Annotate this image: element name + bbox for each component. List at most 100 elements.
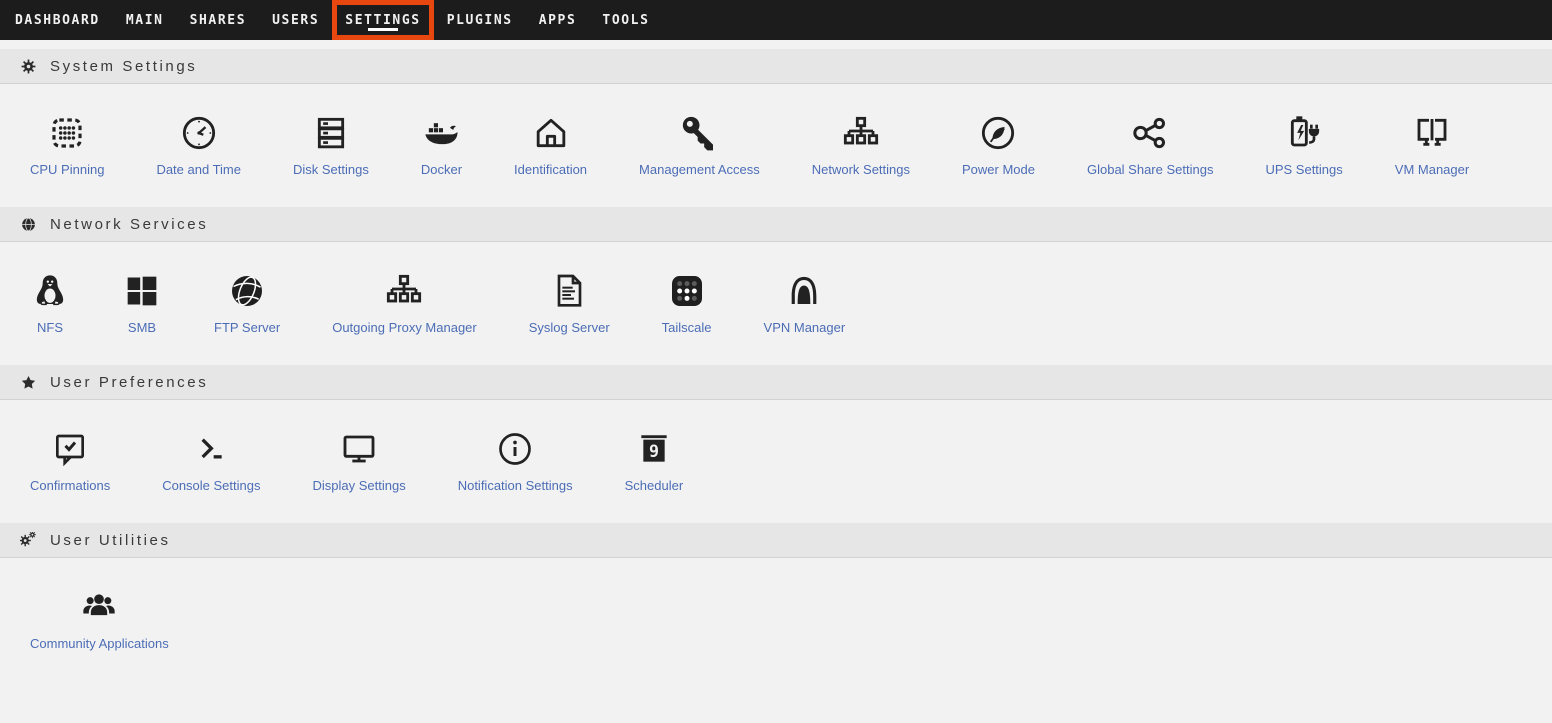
settings-item-power-mode[interactable]: Power Mode bbox=[936, 112, 1061, 177]
item-label: VPN Manager bbox=[764, 320, 846, 335]
item-label: Global Share Settings bbox=[1087, 162, 1213, 177]
nav-item-settings[interactable]: SETTINGS bbox=[332, 0, 433, 40]
settings-item-ftp-server[interactable]: FTP Server bbox=[188, 270, 306, 335]
section-header-network-services: Network Services bbox=[0, 207, 1552, 242]
settings-item-ups-settings[interactable]: UPS Settings bbox=[1239, 112, 1368, 177]
server-stack-icon bbox=[311, 112, 351, 154]
settings-item-vpn-manager[interactable]: VPN Manager bbox=[738, 270, 872, 335]
item-label: CPU Pinning bbox=[30, 162, 104, 177]
system-settings-grid: CPU Pinning Date and Time Disk Settings … bbox=[0, 84, 1552, 207]
settings-item-syslog-server[interactable]: Syslog Server bbox=[503, 270, 636, 335]
network-services-grid: NFS SMB FTP Server Outgoing Proxy Manager… bbox=[0, 242, 1552, 365]
settings-item-community-applications[interactable]: Community Applications bbox=[4, 586, 195, 651]
globe-sphere-icon bbox=[227, 270, 267, 312]
battery-plug-icon bbox=[1284, 112, 1324, 154]
item-label: Docker bbox=[421, 162, 462, 177]
tux-penguin-icon bbox=[30, 270, 70, 312]
settings-item-nfs[interactable]: NFS bbox=[4, 270, 96, 335]
item-label: VM Manager bbox=[1395, 162, 1469, 177]
incognito-hood-icon bbox=[784, 270, 824, 312]
item-label: Syslog Server bbox=[529, 320, 610, 335]
item-label: Community Applications bbox=[30, 636, 169, 651]
item-label: FTP Server bbox=[214, 320, 280, 335]
settings-item-console-settings[interactable]: Console Settings bbox=[136, 428, 286, 493]
settings-item-disk-settings[interactable]: Disk Settings bbox=[267, 112, 395, 177]
sitemap-icon bbox=[384, 270, 424, 312]
user-group-icon bbox=[79, 586, 119, 628]
item-label: Power Mode bbox=[962, 162, 1035, 177]
settings-item-confirmations[interactable]: Confirmations bbox=[4, 428, 136, 493]
nav-item-shares[interactable]: SHARES bbox=[177, 0, 260, 40]
settings-item-cpu-pinning[interactable]: CPU Pinning bbox=[4, 112, 130, 177]
share-nodes-icon bbox=[1130, 112, 1170, 154]
section-header-user-preferences: User Preferences bbox=[0, 365, 1552, 400]
home-icon bbox=[531, 112, 571, 154]
section-header-user-utilities: User Utilities bbox=[0, 523, 1552, 558]
settings-item-date-and-time[interactable]: Date and Time bbox=[130, 112, 267, 177]
nav-item-dashboard[interactable]: DASHBOARD bbox=[2, 0, 113, 40]
section-network-services: Network Services NFS SMB FTP Server Outgo… bbox=[0, 207, 1552, 365]
item-label: Tailscale bbox=[662, 320, 712, 335]
settings-item-global-share-settings[interactable]: Global Share Settings bbox=[1061, 112, 1239, 177]
message-check-icon bbox=[50, 428, 90, 470]
settings-item-smb[interactable]: SMB bbox=[96, 270, 188, 335]
gears-icon bbox=[20, 532, 37, 549]
docker-whale-icon bbox=[421, 112, 461, 154]
nav-item-tools[interactable]: TOOLS bbox=[589, 0, 662, 40]
calendar-day-icon: 9 bbox=[634, 428, 674, 470]
key-icon bbox=[679, 112, 719, 154]
item-label: Scheduler bbox=[625, 478, 684, 493]
settings-item-scheduler[interactable]: 9 Scheduler bbox=[599, 428, 710, 493]
settings-item-outgoing-proxy-manager[interactable]: Outgoing Proxy Manager bbox=[306, 270, 503, 335]
item-label: Network Settings bbox=[812, 162, 910, 177]
nav-item-main[interactable]: MAIN bbox=[113, 0, 177, 40]
settings-item-identification[interactable]: Identification bbox=[488, 112, 613, 177]
log-document-icon bbox=[549, 270, 589, 312]
item-label: Display Settings bbox=[312, 478, 405, 493]
globe-icon bbox=[20, 216, 37, 233]
star-icon bbox=[20, 374, 37, 391]
info-circle-icon bbox=[495, 428, 535, 470]
settings-content: System Settings CPU Pinning Date and Tim… bbox=[0, 40, 1552, 681]
gear-icon bbox=[20, 58, 37, 75]
section-user-preferences: User Preferences Confirmations Console Se… bbox=[0, 365, 1552, 523]
item-label: Identification bbox=[514, 162, 587, 177]
user-utilities-grid: Community Applications bbox=[0, 558, 1552, 681]
nav-item-apps[interactable]: APPS bbox=[526, 0, 590, 40]
item-label: Date and Time bbox=[156, 162, 241, 177]
section-title: Network Services bbox=[50, 216, 208, 233]
tailscale-dots-icon bbox=[667, 270, 707, 312]
terminal-prompt-icon bbox=[191, 428, 231, 470]
settings-item-docker[interactable]: Docker bbox=[395, 112, 488, 177]
item-label: NFS bbox=[37, 320, 63, 335]
nav-item-plugins[interactable]: PLUGINS bbox=[434, 0, 526, 40]
item-label: UPS Settings bbox=[1265, 162, 1342, 177]
settings-item-network-settings[interactable]: Network Settings bbox=[786, 112, 936, 177]
item-label: Notification Settings bbox=[458, 478, 573, 493]
microchip-icon bbox=[47, 112, 87, 154]
item-label: Disk Settings bbox=[293, 162, 369, 177]
main-nav: DASHBOARDMAINSHARESUSERSSETTINGSPLUGINSA… bbox=[0, 0, 1552, 40]
settings-item-tailscale[interactable]: Tailscale bbox=[636, 270, 738, 335]
virtual-machines-icon bbox=[1412, 112, 1452, 154]
section-header-system-settings: System Settings bbox=[0, 49, 1552, 84]
sitemap-icon bbox=[841, 112, 881, 154]
item-label: Outgoing Proxy Manager bbox=[332, 320, 477, 335]
section-title: System Settings bbox=[50, 58, 197, 75]
user-preferences-grid: Confirmations Console Settings Display Se… bbox=[0, 400, 1552, 523]
nav-item-users[interactable]: USERS bbox=[259, 0, 332, 40]
svg-text:9: 9 bbox=[649, 442, 659, 461]
section-title: User Utilities bbox=[50, 532, 171, 549]
section-title: User Preferences bbox=[50, 374, 208, 391]
settings-item-notification-settings[interactable]: Notification Settings bbox=[432, 428, 599, 493]
settings-item-management-access[interactable]: Management Access bbox=[613, 112, 786, 177]
settings-item-display-settings[interactable]: Display Settings bbox=[286, 428, 431, 493]
item-label: Management Access bbox=[639, 162, 760, 177]
leaf-circle-icon bbox=[978, 112, 1018, 154]
item-label: Confirmations bbox=[30, 478, 110, 493]
settings-item-vm-manager[interactable]: VM Manager bbox=[1369, 112, 1495, 177]
unraid-settings-page: { "page": { "background": "#f2f2f2" }, "… bbox=[0, 0, 1552, 723]
section-user-utilities: User Utilities Community Applications bbox=[0, 523, 1552, 681]
windows-logo-icon bbox=[122, 270, 162, 312]
item-label: Console Settings bbox=[162, 478, 260, 493]
